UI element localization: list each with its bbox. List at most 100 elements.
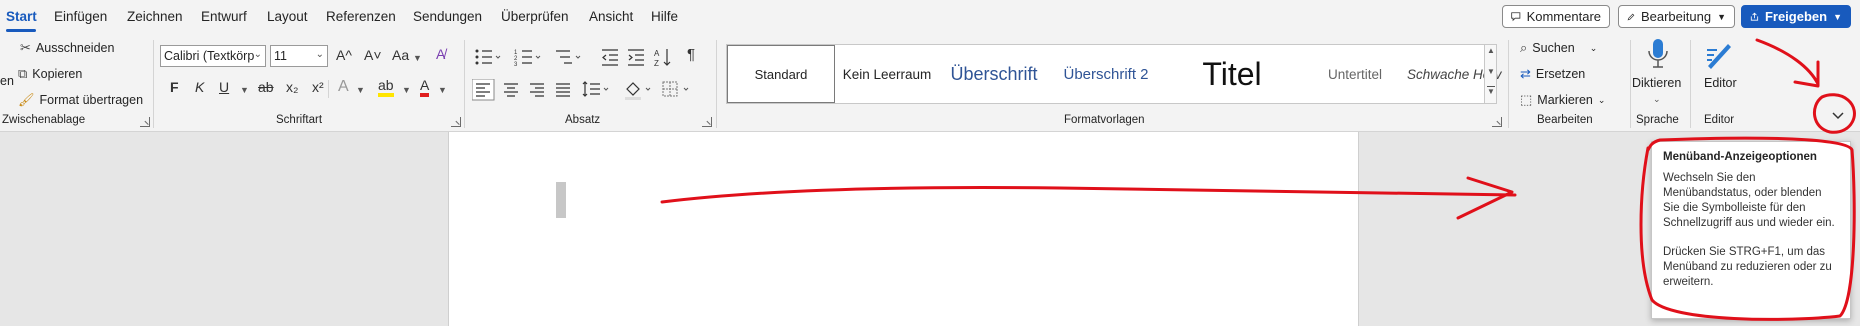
search-icon: ⌕ — [1520, 40, 1528, 55]
borders-icon[interactable] — [662, 81, 689, 97]
share-button[interactable]: Freigeben ▼ — [1741, 5, 1851, 28]
increase-indent-icon[interactable] — [628, 49, 644, 66]
comment-icon — [1511, 12, 1521, 22]
chevron-down-icon[interactable]: ▼ — [1487, 67, 1495, 76]
text-effects-button[interactable]: A — [338, 78, 349, 96]
group-separator — [1508, 40, 1509, 128]
style-untertitel[interactable]: Untertitel — [1305, 45, 1405, 103]
subscript-button[interactable]: x₂ — [286, 79, 298, 95]
chevron-up-icon[interactable]: ▲ — [1487, 46, 1495, 55]
style-kein-leerraum[interactable]: Kein Leerraum — [837, 45, 937, 103]
highlight-button[interactable]: ab — [378, 78, 394, 97]
style-ueberschrift[interactable]: Überschrift — [939, 45, 1049, 103]
replace-button[interactable]: ⇄ Ersetzen — [1520, 66, 1585, 82]
more-styles-icon[interactable]: ▼ — [1487, 86, 1495, 97]
shrink-font-button[interactable]: A˅ — [364, 47, 382, 63]
tab-start[interactable]: Start — [6, 9, 37, 24]
paragraph-launcher-icon[interactable] — [702, 117, 712, 127]
svg-text:Z: Z — [654, 59, 659, 68]
document-page[interactable] — [448, 132, 1359, 326]
cursor-select-icon: ⬚ — [1520, 92, 1533, 107]
chevron-down-icon[interactable]: ▼ — [413, 53, 422, 63]
group-label-editing: Bearbeiten — [1537, 114, 1593, 126]
align-right-icon[interactable] — [530, 83, 544, 97]
grow-font-button[interactable]: A^ — [336, 47, 352, 63]
clipboard-launcher-icon[interactable] — [140, 117, 150, 127]
replace-label: Ersetzen — [1535, 67, 1586, 81]
sort-icon[interactable]: AZ — [654, 49, 671, 68]
share-icon — [1750, 12, 1759, 21]
styles-gallery-scrollbar[interactable]: ▲ ▼ ▼ — [1484, 44, 1497, 104]
chevron-down-icon: ⌄ — [1597, 94, 1606, 105]
justify-icon[interactable] — [556, 83, 570, 97]
text-cursor — [556, 182, 566, 218]
font-name-combo[interactable]: Calibri (Textkörp ⌄ — [160, 45, 266, 67]
styles-gallery: Standard Kein Leerraum Überschrift Übers… — [726, 44, 1502, 104]
tab-zeichnen[interactable]: Zeichnen — [127, 9, 183, 24]
editor-button-label[interactable]: Editor — [1704, 76, 1737, 90]
tab-ueberpruefen[interactable]: Überprüfen — [501, 9, 569, 24]
chevron-down-icon[interactable]: ▼ — [356, 85, 365, 95]
multilevel-list-icon[interactable] — [556, 50, 581, 64]
change-case-button[interactable]: Aa — [392, 47, 409, 63]
line-spacing-icon[interactable] — [582, 81, 609, 97]
strikethrough-button[interactable]: ab — [258, 79, 274, 95]
annotation-arrow-long-head — [1456, 176, 1514, 220]
chevron-down-icon[interactable]: ▼ — [402, 85, 411, 95]
font-size-combo[interactable]: 11 ⌄ — [270, 45, 328, 67]
find-label: Suchen — [1532, 41, 1575, 55]
tab-referenzen[interactable]: Referenzen — [326, 9, 396, 24]
superscript-button[interactable]: x² — [312, 79, 324, 95]
cut-label: Ausschneiden — [35, 41, 115, 55]
numbering-icon[interactable]: 123 — [514, 50, 541, 68]
copy-button[interactable]: ⧉ Kopieren — [18, 66, 82, 82]
show-formatting-marks-button[interactable]: ¶ — [687, 46, 695, 63]
copy-label: Kopieren — [32, 67, 83, 81]
copy-icon: ⧉ — [18, 66, 28, 81]
tab-sendungen[interactable]: Sendungen — [413, 9, 482, 24]
tooltip-title: Menüband-Anzeigeoptionen — [1663, 151, 1817, 163]
tab-hilfe[interactable]: Hilfe — [651, 9, 678, 24]
share-label: Freigeben — [1764, 9, 1828, 24]
group-separator — [716, 40, 717, 128]
italic-button[interactable]: K — [195, 79, 204, 95]
paintbrush-icon: 🖌 — [18, 92, 35, 107]
chevron-down-icon[interactable]: ⌄ — [1653, 94, 1661, 105]
dictate-label[interactable]: Diktieren — [1632, 76, 1681, 90]
clear-formatting-icon[interactable]: A̸ — [436, 46, 445, 62]
editing-mode-button[interactable]: Bearbeitung ▼ — [1618, 5, 1735, 28]
decrease-indent-icon[interactable] — [602, 49, 618, 66]
ribbon-display-options-chevron-icon[interactable] — [1830, 110, 1846, 122]
paste-button-partial[interactable]: en — [0, 74, 14, 88]
comments-button[interactable]: Kommentare — [1502, 5, 1610, 28]
bullets-icon[interactable] — [475, 49, 501, 65]
tab-layout[interactable]: Layout — [267, 9, 308, 24]
find-button[interactable]: ⌕ Suchen ⌄ — [1520, 40, 1597, 56]
editor-pen-icon[interactable] — [1704, 38, 1734, 70]
chevron-down-icon[interactable]: ▼ — [240, 85, 249, 95]
style-standard[interactable]: Standard — [727, 45, 835, 103]
tab-einfuegen[interactable]: Einfügen — [54, 9, 107, 24]
group-label-paragraph: Absatz — [565, 114, 601, 126]
font-launcher-icon[interactable] — [451, 117, 461, 127]
bold-button[interactable]: F — [170, 79, 179, 95]
format-painter-button[interactable]: 🖌 Format übertragen — [18, 92, 143, 108]
tab-entwurf[interactable]: Entwurf — [201, 9, 247, 24]
align-center-icon[interactable] — [504, 83, 518, 97]
styles-launcher-icon[interactable] — [1492, 117, 1502, 127]
chevron-down-icon: ▼ — [1833, 11, 1842, 22]
group-separator — [464, 40, 465, 128]
style-ueberschrift-2[interactable]: Überschrift 2 — [1053, 45, 1159, 103]
cut-button[interactable]: ✂ Ausschneiden — [20, 40, 114, 56]
microphone-icon[interactable] — [1647, 38, 1669, 70]
shading-icon[interactable] — [625, 82, 651, 100]
select-button[interactable]: ⬚ Markieren ⌄ — [1520, 92, 1605, 108]
tab-ansicht[interactable]: Ansicht — [589, 9, 633, 24]
font-color-button[interactable]: A — [420, 78, 430, 97]
chevron-down-icon: ▼ — [1717, 11, 1726, 22]
chevron-down-icon[interactable]: ▼ — [438, 85, 447, 95]
underline-button[interactable]: U — [219, 79, 229, 95]
style-titel[interactable]: Titel — [1163, 45, 1301, 103]
pencil-icon — [1627, 13, 1635, 20]
align-left-selected[interactable] — [472, 79, 495, 101]
